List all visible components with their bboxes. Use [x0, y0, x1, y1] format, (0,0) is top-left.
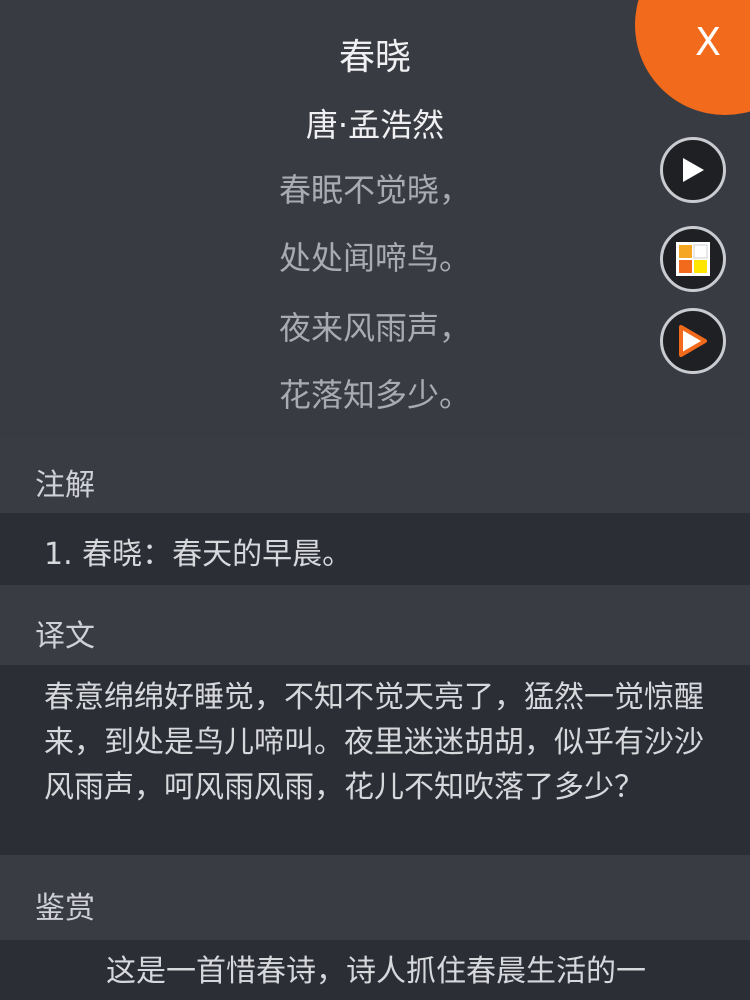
poem-line: 春眠不觉晓，	[278, 171, 471, 209]
play-button[interactable]	[660, 137, 726, 203]
translation-section-header: 译文	[0, 585, 750, 665]
appreciation-section-label: 鉴赏	[35, 891, 95, 926]
appreciation-section-header: 鉴赏	[0, 855, 750, 940]
next-play-icon	[679, 325, 707, 357]
grid-button[interactable]	[660, 226, 726, 292]
grid-icon	[676, 242, 710, 276]
poem-author: 唐·孟浩然	[305, 106, 445, 144]
translation-section: 春意绵绵好睡觉，不知不觉天亮了，猛然一觉惊醒来，到处是鸟儿啼叫。夜里迷迷胡胡，似…	[0, 665, 750, 855]
poem-line: 花落知多少。	[278, 376, 471, 414]
note-item: 1. 春晓：春天的早晨。	[44, 537, 353, 572]
next-button[interactable]	[660, 308, 726, 374]
notes-section-header: 注解	[0, 438, 750, 513]
translation-text: 春意绵绵好睡觉，不知不觉天亮了，猛然一觉惊醒来，到处是鸟儿啼叫。夜里迷迷胡胡，似…	[44, 680, 704, 805]
poem-line: 夜来风雨声，	[278, 309, 471, 347]
appreciation-section: 这是一首惜春诗，诗人抓住春晨生活的一	[0, 940, 750, 1000]
appreciation-text: 这是一首惜春诗，诗人抓住春晨生活的一	[106, 954, 646, 989]
notes-section-label: 注解	[35, 468, 95, 503]
play-icon	[683, 158, 704, 182]
notes-section: 1. 春晓：春天的早晨。	[0, 513, 750, 585]
poem-line: 处处闻啼鸟。	[278, 239, 471, 277]
poem-title: 春晓	[338, 37, 411, 78]
translation-section-label: 译文	[35, 619, 95, 654]
poem-detail-page: X 春晓 唐·孟浩然 春眠不觉晓， 处处闻啼鸟。 夜来风雨声， 花落知多少。 注…	[0, 0, 750, 1000]
